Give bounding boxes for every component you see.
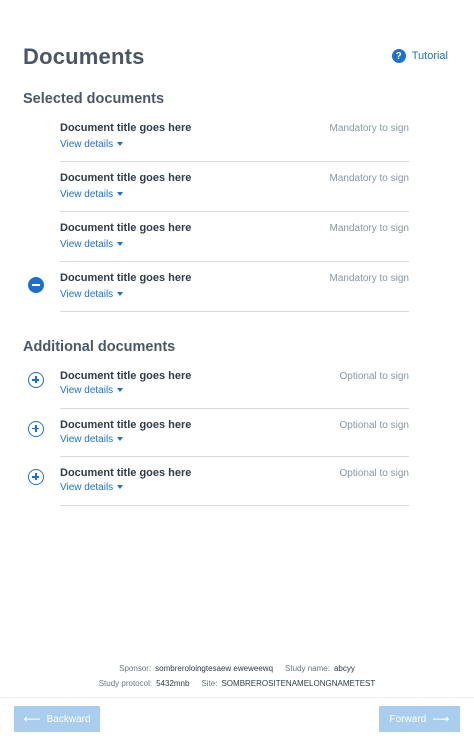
view-details-link[interactable]: View details [60,482,124,493]
selected-document-row: Document title goes here Mandatory to si… [60,112,409,162]
document-title: Document title goes here [60,222,192,234]
study-name-value: abcyy [333,664,355,673]
document-title: Document title goes here [60,172,192,184]
study-info-line-2: Study protocol: 5432mnb Site: SOMBREROSITEN… [0,676,474,691]
help-icon: ? [391,49,406,63]
tutorial-link[interactable]: ? Tutorial [391,49,448,63]
arrow-left-icon: ⟵ [23,712,41,726]
document-title: Document title goes here [60,272,192,284]
document-title: Document title goes here [60,418,192,431]
tutorial-label: Tutorial [411,50,448,62]
caret-down-icon [117,292,124,297]
arrow-right-icon: ⟶ [432,712,450,726]
forward-button[interactable]: Forward ⟶ [379,706,460,732]
view-details-link[interactable]: View details [60,385,124,396]
backward-label: Backward [46,713,91,725]
view-details-link[interactable]: View details [60,189,124,200]
sponsor-label: Sponsor: [119,664,152,673]
document-status: Mandatory to sign [329,273,410,284]
add-document-icon[interactable] [28,469,44,485]
selected-documents-list: Document title goes here Mandatory to si… [0,112,474,312]
additional-document-row: Document title goes here Optional to sig… [28,457,410,506]
view-details-link[interactable]: View details [60,139,124,150]
view-details-link[interactable]: View details [60,239,124,250]
caret-down-icon [117,485,124,490]
additional-documents-title: Additional documents [23,339,176,355]
additional-document-row: Document title goes here Optional to sig… [28,360,410,409]
view-details-label: View details [60,139,114,150]
selected-document-row: Document title goes here Mandatory to si… [60,162,409,212]
view-details-label: View details [60,385,114,396]
document-title: Document title goes here [60,467,192,479]
document-title: Document title goes here [60,122,192,134]
view-details-label: View details [60,289,114,300]
document-status: Optional to sign [339,371,410,382]
navigation-bar: ⟵ Backward Forward ⟶ [0,697,474,739]
view-details-label: View details [60,239,114,250]
backward-button[interactable]: ⟵ Backward [14,706,100,732]
view-details-link[interactable]: View details [60,289,124,300]
site-label: Site: [201,679,218,688]
view-details-link[interactable]: View details [60,433,124,445]
study-info-line-1: Sponsor: sombreroloingtesaew eweweewq Stud… [0,661,474,676]
protocol-label: Study protocol: [98,679,153,688]
view-details-label: View details [60,482,114,493]
view-details-label: View details [60,189,114,200]
study-name-label: Study name: [285,664,330,673]
selected-document-row: Document title goes here Mandatory to si… [28,262,410,312]
caret-down-icon [117,192,124,197]
add-document-icon[interactable] [28,420,44,437]
selected-documents-title: Selected documents [23,91,165,107]
caret-down-icon [117,436,124,441]
protocol-value: 5432mnb [156,679,190,688]
document-status: Optional to sign [339,468,410,479]
document-title: Document title goes here [60,370,192,382]
page-title: Documents [23,44,145,69]
forward-label: Forward [389,713,427,725]
page-header: Documents ? Tutorial [23,44,448,74]
document-status: Mandatory to sign [329,223,410,234]
remove-document-icon[interactable] [28,277,44,293]
sponsor-value: sombreroloingtesaew eweweewq [155,664,274,673]
document-status: Mandatory to sign [329,123,410,134]
additional-documents-list: Document title goes here Optional to sig… [0,360,474,506]
document-status: Mandatory to sign [329,173,410,184]
caret-down-icon [117,388,124,393]
additional-document-row: Document title goes here Optional to sig… [28,409,410,457]
add-document-icon[interactable] [28,372,44,388]
caret-down-icon [117,142,124,147]
view-details-label: View details [60,433,114,445]
site-value: SOMBREROSITENAMELONGNAMETEST [221,679,376,688]
study-info: Sponsor: sombreroloingtesaew eweweewq Stud… [0,661,474,691]
selected-document-row: Document title goes here Mandatory to si… [60,212,409,262]
document-status: Optional to sign [339,419,410,431]
caret-down-icon [117,242,124,247]
